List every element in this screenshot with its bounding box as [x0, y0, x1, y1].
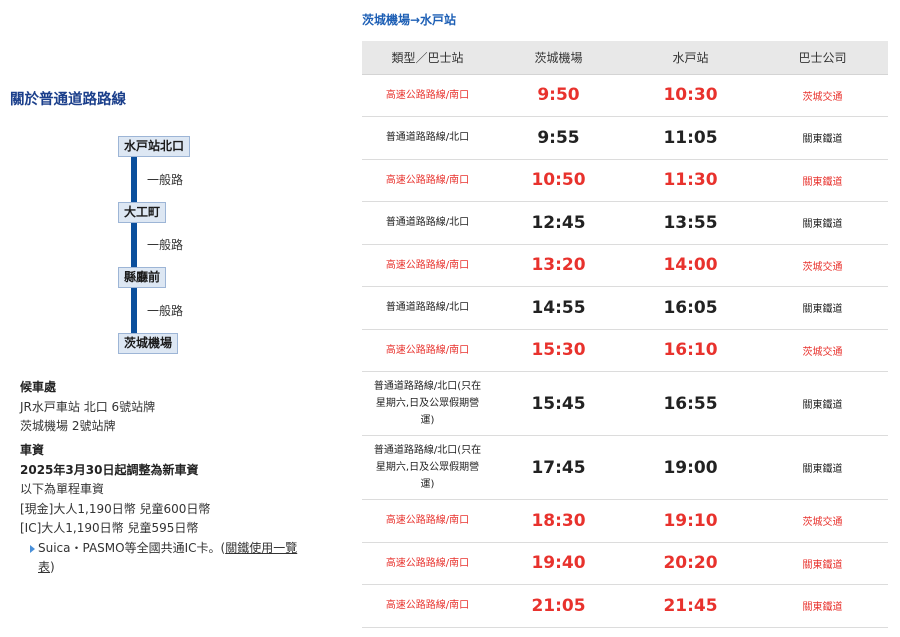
ic-card-text: Suica・PASMO等全國共通IC卡。(關鐵使用一覽表) — [38, 539, 303, 578]
arrival-time: 10:30 — [624, 74, 757, 117]
boarding-heading: 候車處 — [20, 380, 57, 394]
arrival-time: 16:05 — [624, 286, 757, 330]
departure-time: 9:55 — [493, 116, 624, 160]
timetable-row: 普通道路路線/北口(只在星期六,日及公眾假期營運) 17:45 19:00 關東鐵道 — [362, 435, 888, 500]
timetable-row: 普通道路路線/北口 9:55 11:05 關東鐵道 — [362, 116, 888, 160]
column-header-company: 巴士公司 — [757, 41, 888, 75]
route-segment-label: 一般路 — [147, 238, 184, 252]
route-type: 高速公路路線/南口 — [362, 542, 493, 585]
timetable-row: 普通道路路線/北口(只在星期六,日及公眾假期營運) 15:45 16:55 關東鐵道 — [362, 371, 888, 436]
fare-line: [IC]大人1,190日幣 兒童595日幣 — [20, 521, 199, 535]
route-type: 高速公路路線/南口 — [362, 329, 493, 372]
timetable-row: 高速公路路線/南口 10:50 11:30 關東鐵道 — [362, 159, 888, 202]
bus-company: 茨城交通 — [757, 244, 888, 287]
timetable-body: 高速公路路線/南口 9:50 10:30 茨城交通 普通道路路線/北口 9:55 11:05… — [362, 74, 888, 628]
timetable-row: 高速公路路線/南口 18:30 19:10 茨城交通 — [362, 499, 888, 543]
arrival-time: 11:05 — [624, 116, 757, 160]
timetable-header-row: 類型／巴士站 茨城機場 水戸站 巴士公司 — [362, 41, 888, 75]
arrival-time: 21:45 — [624, 584, 757, 628]
bus-company: 茨城交通 — [757, 329, 888, 372]
fare-notice: 2025年3月30日起調整為新車資 — [20, 462, 199, 477]
route-type: 普通道路路線/北口(只在星期六,日及公眾假期營運) — [362, 371, 493, 436]
route-type: 普通道路路線/北口 — [362, 201, 493, 245]
timetable: 類型／巴士站 茨城機場 水戸站 巴士公司 高速公路路線/南口 9:50 10:30 茨… — [362, 41, 888, 628]
bus-company: 關東鐵道 — [757, 116, 888, 160]
timetable-row: 普通道路路線/北口 14:55 16:05 關東鐵道 — [362, 286, 888, 330]
route-type: 高速公路路線/南口 — [362, 584, 493, 628]
timetable-header: 類型／巴士站 茨城機場 水戸站 巴士公司 — [362, 41, 888, 75]
route-type: 普通道路路線/北口 — [362, 286, 493, 330]
route-info: 候車處 JR水戸車站 北口 6號站牌 茨城機場 2號站牌 車資 2025年3月3… — [20, 378, 340, 578]
fare-line: 以下為單程車資 — [20, 482, 105, 496]
bus-company: 關東鐵道 — [757, 371, 888, 436]
fare-heading: 車資 — [20, 443, 45, 457]
route-stop: 水戸站北口 — [118, 136, 191, 157]
bus-company: 關東鐵道 — [757, 201, 888, 245]
arrival-time: 16:55 — [624, 371, 757, 436]
departure-time: 13:20 — [493, 244, 624, 287]
departure-time: 14:55 — [493, 286, 624, 330]
route-type: 高速公路路線/南口 — [362, 244, 493, 287]
departure-time: 17:45 — [493, 435, 624, 500]
arrival-time: 19:10 — [624, 499, 757, 543]
route-line — [131, 156, 137, 336]
departure-time: 18:30 — [493, 499, 624, 543]
route-type: 高速公路路線/南口 — [362, 159, 493, 202]
route-type: 高速公路路線/南口 — [362, 499, 493, 543]
route-type: 普通道路路線/北口 — [362, 116, 493, 160]
route-stop: 縣廳前 — [118, 267, 167, 288]
departure-time: 10:50 — [493, 159, 624, 202]
timetable-heading: 茨城機場→水戸站 — [362, 13, 457, 27]
arrival-time: 19:00 — [624, 435, 757, 500]
route-type: 高速公路路線/南口 — [362, 74, 493, 117]
bus-company: 關東鐵道 — [757, 286, 888, 330]
bus-company: 茨城交通 — [757, 74, 888, 117]
timetable-row: 普通道路路線/北口 12:45 13:55 關東鐵道 — [362, 201, 888, 245]
arrival-time: 14:00 — [624, 244, 757, 287]
bus-company: 關東鐵道 — [757, 542, 888, 585]
column-header-type: 類型／巴士站 — [362, 41, 493, 75]
triangle-right-icon — [30, 544, 35, 553]
departure-time: 19:40 — [493, 542, 624, 585]
arrival-time: 11:30 — [624, 159, 757, 202]
ic-card-description: Suica・PASMO等全國共通IC卡。( — [38, 540, 226, 555]
timetable-row: 高速公路路線/南口 13:20 14:00 茨城交通 — [362, 244, 888, 287]
departure-time: 15:30 — [493, 329, 624, 372]
departure-time: 9:50 — [493, 74, 624, 117]
departure-time: 12:45 — [493, 201, 624, 245]
fare-line: [現金]大人1,190日幣 兒童600日幣 — [20, 501, 211, 516]
route-segment-label: 一般路 — [147, 304, 184, 318]
route-type: 普通道路路線/北口(只在星期六,日及公眾假期營運) — [362, 435, 493, 500]
arrival-time: 16:10 — [624, 329, 757, 372]
ic-card-close-paren: ) — [50, 560, 55, 574]
ic-card-note: Suica・PASMO等全國共通IC卡。(關鐵使用一覽表) — [30, 539, 340, 578]
column-header-departure: 茨城機場 — [493, 41, 624, 75]
bus-company: 關東鐵道 — [757, 584, 888, 628]
arrival-time: 13:55 — [624, 201, 757, 245]
timetable-row: 高速公路路線/南口 9:50 10:30 茨城交通 — [362, 74, 888, 117]
bus-company: 茨城交通 — [757, 499, 888, 543]
timetable-row: 高速公路路線/南口 21:05 21:45 關東鐵道 — [362, 584, 888, 628]
bus-company: 關東鐵道 — [757, 159, 888, 202]
column-header-arrival: 水戸站 — [624, 41, 757, 75]
route-section-title: 關於普通道路路線 — [10, 92, 126, 108]
arrival-time: 20:20 — [624, 542, 757, 585]
route-segment-label: 一般路 — [147, 173, 184, 187]
timetable-row: 高速公路路線/南口 19:40 20:20 關東鐵道 — [362, 542, 888, 585]
departure-time: 21:05 — [493, 584, 624, 628]
boarding-location: 茨城機場 2號站牌 — [20, 419, 116, 433]
departure-time: 15:45 — [493, 371, 624, 436]
timetable-row: 高速公路路線/南口 15:30 16:10 茨城交通 — [362, 329, 888, 372]
route-stop: 茨城機場 — [118, 333, 179, 354]
boarding-location: JR水戸車站 北口 6號站牌 — [20, 399, 156, 414]
route-stop: 大工町 — [118, 202, 167, 223]
bus-company: 關東鐵道 — [757, 435, 888, 500]
